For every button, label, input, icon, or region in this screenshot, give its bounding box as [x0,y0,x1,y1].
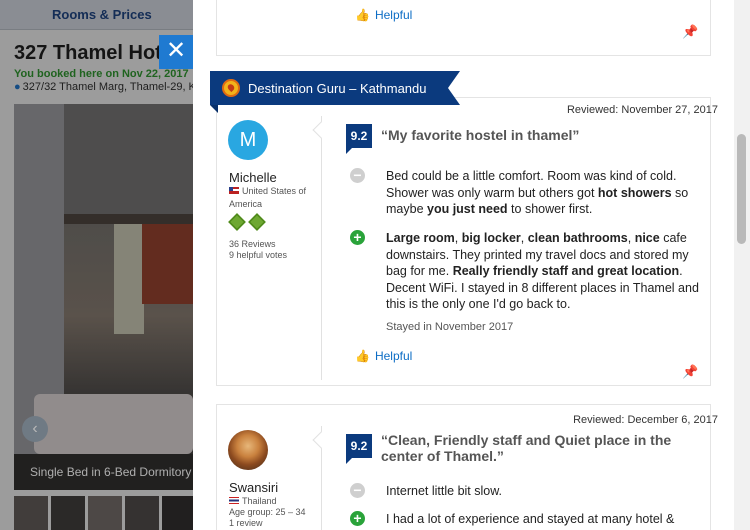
reviewer-name: Swansiri [229,480,279,495]
review-positive-text: Large room, big locker, clean bathrooms,… [386,231,699,311]
reviewer-name: Michelle [229,170,277,185]
review-negative-text: Internet little bit slow. [386,484,503,498]
helpful-label: Helpful [374,8,413,22]
close-button[interactable]: ✕ [159,35,193,69]
modal-overlay[interactable] [0,0,193,530]
scrollbar-track[interactable] [734,0,750,530]
stayed-date: Stayed in November 2017 [386,321,514,333]
helpful-label: Helpful [374,349,413,363]
reviewer-country-text: Thailand [242,496,277,506]
us-flag-icon [229,187,239,194]
review-count: 1 review [229,518,263,528]
guru-badge-icon [222,79,240,97]
helpful-button-previous[interactable]: 👍 Helpful [355,8,412,22]
helpful-votes: 9 helpful votes [229,250,288,260]
review-positive-text: I had a lot of experience and stayed at … [386,512,675,526]
avatar [228,430,268,470]
reviewer-badge-icon [228,213,246,231]
reviewer-badge-icon [248,213,266,231]
thumbs-up-icon: 👍 [355,8,370,22]
positive-icon: + [350,230,365,245]
review-date: Reviewed: December 6, 2017 [573,414,718,426]
pin-icon[interactable]: 📌 [682,364,698,380]
review-score: 9.2 [346,124,372,154]
review-count: 36 Reviews [229,239,276,249]
negative-icon: − [350,483,365,498]
reviews-panel: 👍 Helpful 📌 Destination Guru – Kathmandu… [193,0,734,530]
destination-guru-banner: Destination Guru – Kathmandu [210,71,460,105]
reviewer-country-text: United States of America [229,186,307,209]
review-card-previous [216,0,711,56]
thailand-flag-icon [229,497,239,504]
review-divider [321,116,322,380]
banner-fold [210,105,218,113]
pin-icon[interactable]: 📌 [682,24,698,40]
review-date: Reviewed: November 27, 2017 [566,104,718,116]
guru-banner-label: Destination Guru – Kathmandu [248,80,427,96]
reviewer-country: United States of America [229,185,315,211]
positive-icon: + [350,511,365,526]
reviewer-age-group: Age group: 25 – 34 [229,507,306,517]
negative-icon: − [350,168,365,183]
reviewer-badges [228,213,266,231]
review-score: 9.2 [346,434,372,464]
scrollbar-thumb[interactable] [737,134,746,244]
review-title: “My favorite hostel in thamel” [381,127,580,143]
helpful-button[interactable]: 👍 Helpful [355,349,412,363]
avatar: M [228,120,268,160]
review-negative-text: Bed could be a little comfort. Room was … [386,169,689,216]
thumbs-up-icon: 👍 [355,349,370,363]
review-title: “Clean, Friendly staff and Quiet place i… [381,432,672,464]
background-page: Rooms & Prices 327 Thamel Hot You booked… [0,0,193,530]
